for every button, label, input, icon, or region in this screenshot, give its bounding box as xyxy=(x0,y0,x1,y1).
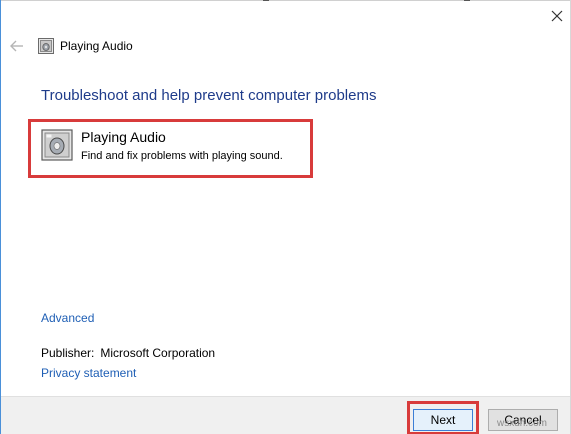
close-button[interactable] xyxy=(542,1,570,31)
watermark: wsxdn.com xyxy=(497,418,548,429)
back-arrow-icon xyxy=(10,40,23,52)
speaker-icon xyxy=(38,38,54,54)
playing-audio-item[interactable]: Playing Audio Find and fix problems with… xyxy=(28,119,313,178)
top-mark xyxy=(464,0,470,1)
troubleshooter-window: Playing Audio Troubleshoot and help prev… xyxy=(0,0,571,434)
item-title: Playing Audio xyxy=(81,129,166,145)
next-button-label: Next xyxy=(430,413,456,427)
top-mark xyxy=(263,0,269,1)
publisher-value: Microsoft Corporation xyxy=(100,346,216,360)
next-button[interactable]: Next xyxy=(413,409,473,431)
page-headline: Troubleshoot and help prevent computer p… xyxy=(41,87,377,104)
top-border xyxy=(1,0,570,1)
window-title: Playing Audio xyxy=(60,39,133,53)
close-icon xyxy=(551,10,563,22)
title-bar: Playing Audio xyxy=(1,32,521,60)
publisher-label: Publisher: xyxy=(41,346,95,360)
next-button-highlight: Next xyxy=(407,401,479,434)
back-button[interactable] xyxy=(8,32,26,60)
footer-bar: Next Cancel xyxy=(1,396,570,434)
publisher-info: Publisher: Microsoft Corporation xyxy=(41,346,215,360)
advanced-link[interactable]: Advanced xyxy=(41,311,94,325)
speaker-icon xyxy=(41,129,73,161)
item-description: Find and fix problems with playing sound… xyxy=(81,150,283,162)
privacy-statement-link[interactable]: Privacy statement xyxy=(41,366,136,380)
